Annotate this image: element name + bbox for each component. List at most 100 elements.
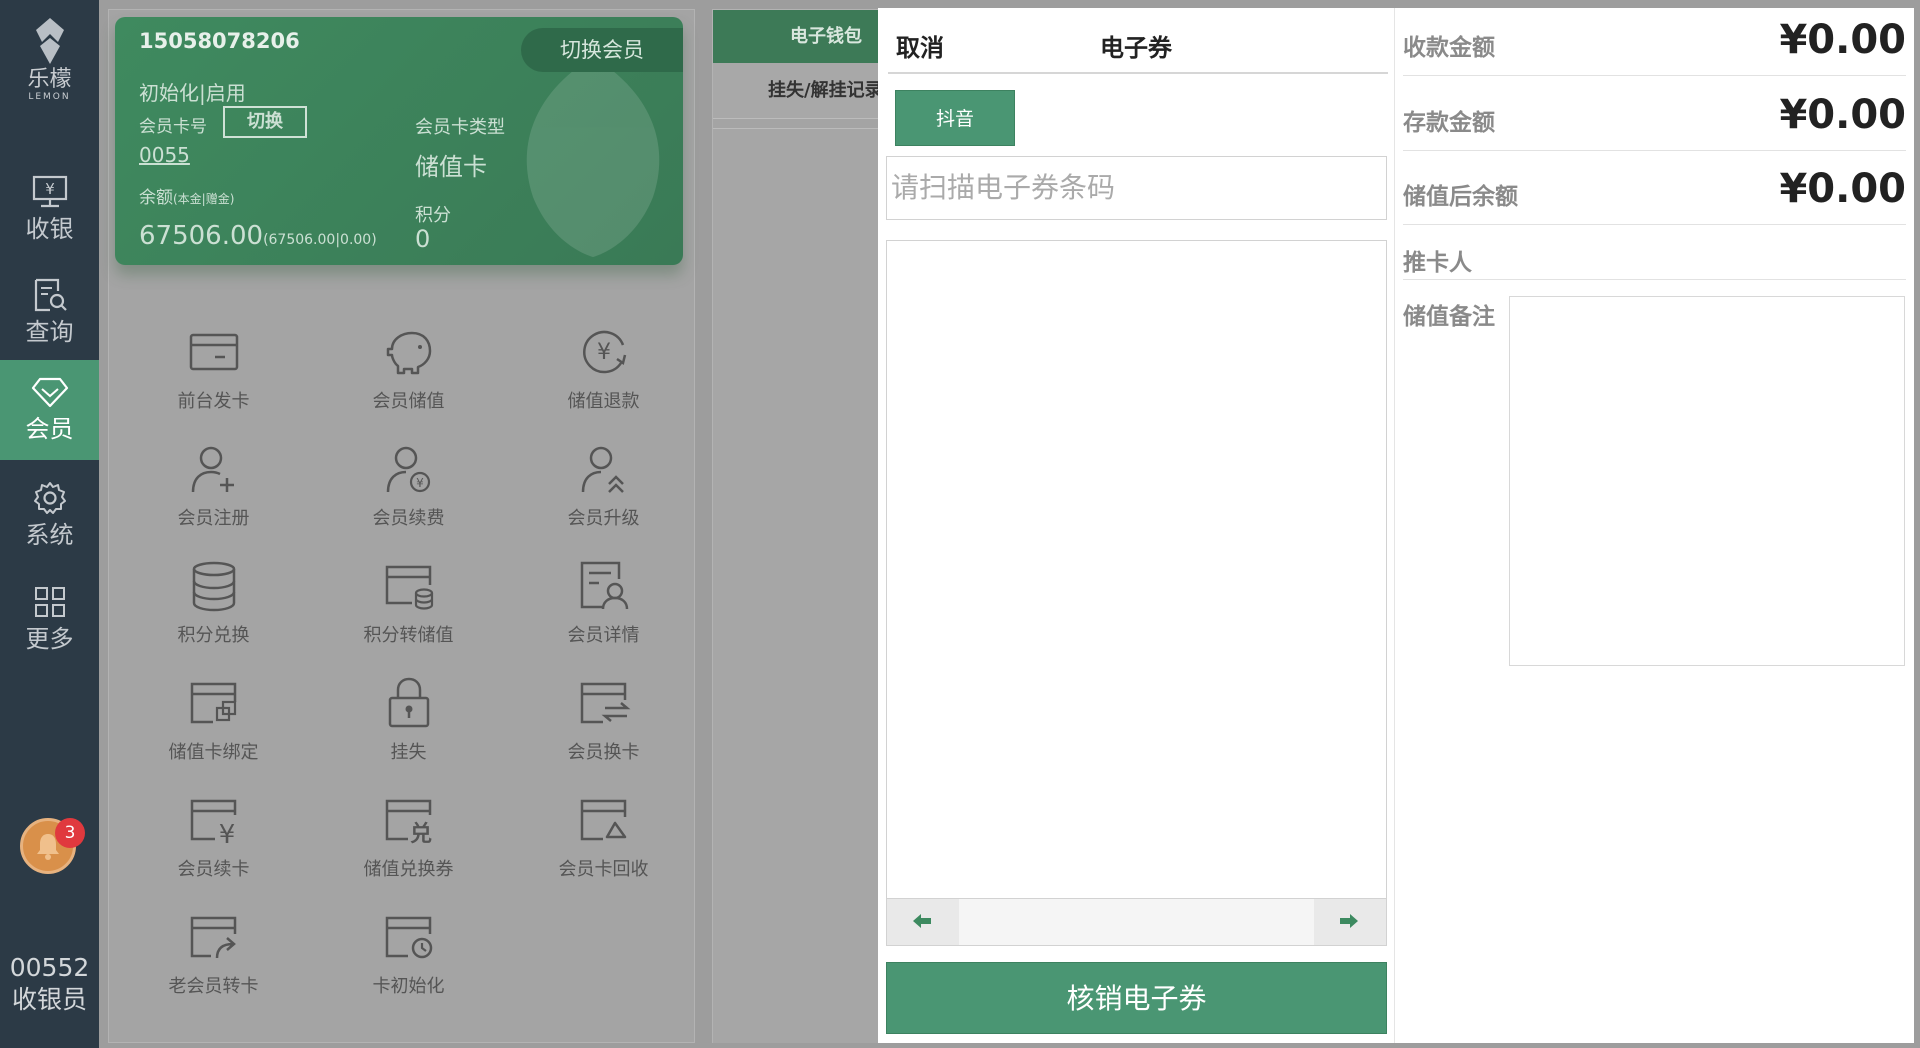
user-add-icon (191, 446, 234, 493)
nav-label: 更多 (25, 625, 74, 653)
function-label: 会员续卡 (177, 859, 250, 880)
verify-coupon-button[interactable]: 核销电子券 (886, 962, 1387, 1034)
balance-label-text: 余额 (139, 188, 173, 208)
grid-icon (34, 587, 65, 617)
card-type: 储值卡 (415, 153, 487, 181)
function-label: 老会员转卡 (168, 976, 259, 997)
database-icon (192, 561, 235, 612)
cancel-button[interactable]: 取消 (896, 28, 944, 63)
function-card-renew[interactable]: ¥ 会员续卡 (116, 793, 311, 910)
user-upgrade-icon (581, 446, 624, 493)
sidebar: 乐檬 LEMON ¥ 收银 查询 会员 系统 更多 3 00552 收银员 (0, 0, 99, 1048)
referrer-row[interactable]: 推卡人 (1403, 225, 1906, 280)
function-points-exchange[interactable]: 积分兑换 (116, 559, 311, 676)
card-coins-icon (385, 565, 433, 610)
function-label: 会员储值 (372, 391, 445, 412)
function-register[interactable]: 会员注册 (116, 442, 311, 559)
function-deposit-coupon[interactable]: 兑 储值兑换券 (311, 793, 506, 910)
card-no-label: 会员卡号 (139, 117, 207, 137)
function-card-init[interactable]: 卡初始化 (311, 910, 506, 1027)
function-label: 储值兑换券 (363, 859, 454, 880)
points-label: 积分 (415, 205, 451, 226)
function-card-swap[interactable]: 会员换卡 (506, 676, 701, 793)
function-upgrade[interactable]: 会员升级 (506, 442, 701, 559)
function-label: 积分兑换 (177, 625, 250, 646)
nav-label: 系统 (25, 521, 74, 549)
balance-after-label: 储值后余额 (1403, 184, 1518, 210)
card-icon (189, 333, 238, 371)
card-no[interactable]: 0055 (139, 143, 190, 167)
nav-member[interactable]: 会员 (0, 360, 99, 460)
function-deposit[interactable]: 会员储值 (311, 325, 506, 442)
coupon-list (886, 240, 1387, 900)
function-label: 会员卡回收 (558, 859, 649, 880)
card-recycle-icon (580, 799, 626, 841)
yen-refund-icon: ¥ (582, 330, 626, 374)
function-label: 会员续费 (372, 508, 445, 529)
search-document-icon (34, 278, 67, 312)
function-card-recycle[interactable]: 会员卡回收 (506, 793, 701, 910)
balance-after-row: 储值后余额 ¥0.00 (1403, 151, 1906, 225)
function-card-bind[interactable]: 储值卡绑定 (116, 676, 311, 793)
function-member-detail[interactable]: 会员详情 (506, 559, 701, 676)
deposit-amount-label: 存款金额 (1403, 110, 1495, 136)
function-label: 会员详情 (567, 625, 640, 646)
leaf-watermark-icon (526, 57, 660, 257)
dialog-title: 电子券 (1100, 34, 1172, 62)
card-type-label: 会员卡类型 (415, 117, 505, 138)
balance-label: 余额(本金|赠金) (139, 183, 234, 208)
balance: 67506.00(67506.00|0.00) (139, 221, 377, 251)
switch-card-button[interactable]: 切换 (223, 106, 307, 138)
cash-register-icon: ¥ (32, 175, 67, 208)
function-points-to-deposit[interactable]: 积分转储值 (311, 559, 506, 676)
function-label: 会员升级 (567, 508, 640, 529)
card-bind-icon (190, 682, 236, 724)
svg-text:兑: 兑 (409, 821, 431, 847)
switch-member-button[interactable]: 切换会员 (521, 28, 683, 72)
function-label: 储值卡绑定 (168, 742, 259, 763)
function-label: 前台发卡 (177, 391, 250, 412)
balance-label-detail: (本金|赠金) (173, 192, 235, 206)
referrer-label: 推卡人 (1403, 250, 1472, 276)
points: 0 (415, 225, 431, 253)
logo-text: 乐檬 (27, 67, 72, 92)
douyin-button[interactable]: 抖音 (895, 90, 1015, 146)
svg-text:¥: ¥ (218, 820, 235, 847)
remark-label: 储值备注 (1403, 304, 1495, 330)
cashier-info: 00552 收银员 (0, 952, 99, 1016)
tab-e-wallet[interactable]: 电子钱包 (713, 10, 883, 63)
card-status: 初始化|启用 (139, 81, 246, 105)
deposit-amount: ¥0.00 (1779, 92, 1906, 138)
card-reset-icon (385, 916, 432, 959)
card-swap-icon (580, 682, 630, 724)
diamond-icon (31, 377, 68, 408)
gear-icon (33, 482, 66, 514)
amount-received-label: 收款金额 (1403, 35, 1495, 61)
card-transfer-icon (190, 916, 236, 959)
svg-text:¥: ¥ (416, 476, 424, 490)
function-label: 挂失 (390, 742, 427, 763)
nav-query[interactable]: 查询 (0, 263, 99, 363)
function-label: 会员注册 (177, 508, 250, 529)
next-page-button[interactable] (1314, 899, 1386, 945)
function-report-loss[interactable]: 挂失 (311, 676, 506, 793)
member-phone: 15058078206 (139, 29, 300, 53)
lemon-logo-icon (35, 18, 64, 64)
function-issue-card[interactable]: 前台发卡 (116, 325, 311, 442)
deposit-amount-row: 存款金额 ¥0.00 (1403, 76, 1906, 151)
member-card: 15058078206 切换会员 初始化|启用 会员卡号 切换 0055 余额(… (115, 17, 683, 265)
nav-cashier[interactable]: ¥ 收银 (0, 160, 99, 260)
nav-more[interactable]: 更多 (0, 570, 99, 670)
function-label: 储值退款 (567, 391, 640, 412)
function-label: 积分转储值 (363, 625, 454, 646)
function-renew-fee[interactable]: ¥ 会员续费 (311, 442, 506, 559)
function-refund[interactable]: ¥ 储值退款 (506, 325, 701, 442)
prev-page-button[interactable] (887, 899, 959, 945)
function-transfer-card[interactable]: 老会员转卡 (116, 910, 311, 1027)
coupon-barcode-input[interactable]: 请扫描电子券条码 (886, 156, 1387, 220)
card-yen-icon: ¥ (190, 799, 236, 847)
balance-detail: (67506.00|0.00) (263, 232, 377, 248)
tab-loss-record[interactable]: 挂失/解挂记录 (713, 63, 883, 119)
nav-system[interactable]: 系统 (0, 466, 99, 566)
remark-textarea[interactable] (1509, 296, 1905, 666)
